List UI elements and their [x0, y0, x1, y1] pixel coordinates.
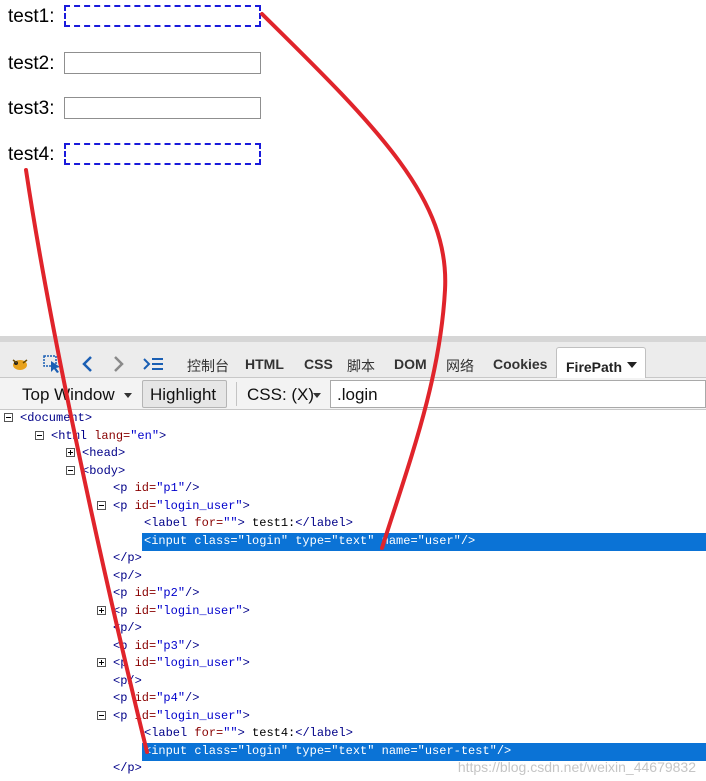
- tree-node-markup: <p id="login_user">: [113, 708, 250, 723]
- back-arrow-icon[interactable]: [78, 354, 98, 374]
- command-line-icon[interactable]: [142, 354, 163, 374]
- tree-node-markup: <p id="p4"/>: [113, 691, 200, 705]
- watermark: https://blog.csdn.net/weixin_44679832: [457, 759, 696, 775]
- tree-node[interactable]: <label for=""> test1:</label>: [0, 515, 706, 532]
- tree-node-markup: <p id="p3"/>: [113, 638, 200, 653]
- tree-node[interactable]: <label for=""> test4:</label>: [0, 725, 706, 742]
- tree-node-markup: <p id="login_user">: [113, 603, 250, 618]
- highlight-button[interactable]: Highlight: [142, 380, 227, 408]
- firebug-tab-bar: 控制台 HTML CSS 脚本 DOM 网络 Cookies FirePath: [0, 336, 706, 379]
- tree-node-markup: <label for=""> test4:</label>: [144, 726, 353, 740]
- tree-node-selected[interactable]: <input class="login" type="text" name="u…: [0, 742, 706, 761]
- tree-node[interactable]: <p id="login_user">: [0, 655, 706, 672]
- text-input-4[interactable]: [64, 143, 261, 165]
- tree-node-markup: <head>: [82, 446, 126, 460]
- expand-icon[interactable]: [97, 658, 106, 667]
- tree-node[interactable]: <p/>: [0, 673, 706, 690]
- window-select[interactable]: Top Window: [22, 385, 115, 405]
- tree-node-selected[interactable]: <input class="login" type="text" name="u…: [0, 532, 706, 551]
- firebug-bug-icon[interactable]: [10, 354, 30, 374]
- tree-node-markup: <html lang="en">: [51, 428, 167, 443]
- selector-expression-input[interactable]: .login: [330, 380, 706, 408]
- chevron-down-icon: [627, 362, 637, 368]
- tree-node[interactable]: <document>: [0, 410, 706, 427]
- expand-icon[interactable]: [97, 605, 106, 615]
- tree-node[interactable]: <body>: [0, 463, 706, 480]
- expand-icon[interactable]: [66, 448, 75, 457]
- tree-node-markup: </p>: [113, 551, 142, 565]
- selector-expression-value: .login: [337, 385, 378, 404]
- tree-node-markup: <p id="p1"/>: [113, 481, 200, 495]
- collapse-icon[interactable]: [97, 710, 106, 720]
- inspect-pointer-icon[interactable]: [42, 354, 62, 374]
- selector-type-select[interactable]: CSS: (X): [247, 385, 314, 405]
- firebug-panel: 控制台 HTML CSS 脚本 DOM 网络 Cookies FirePath …: [0, 336, 706, 781]
- tree-node-markup: <p/>: [113, 568, 142, 583]
- tree-node-markup: <input class="login" type="text" name="u…: [144, 743, 512, 758]
- chevron-down-icon: [124, 393, 132, 398]
- toolbar-divider: [236, 382, 237, 406]
- tree-node-markup: <p id="p2"/>: [113, 586, 200, 600]
- tree-node-markup: <body>: [82, 463, 126, 478]
- field-label: test2:: [8, 53, 55, 74]
- tree-node-markup: <p/>: [113, 621, 142, 635]
- text-input-3[interactable]: [64, 97, 261, 119]
- collapse-icon[interactable]: [35, 430, 44, 440]
- tree-node-markup: <input class="login" type="text" name="u…: [144, 533, 476, 548]
- tree-node-markup: <label for=""> test1:</label>: [144, 516, 353, 530]
- tree-node-markup: <p/>: [113, 673, 142, 688]
- tree-node[interactable]: <p id="login_user">: [0, 498, 706, 515]
- text-input-2[interactable]: [64, 52, 261, 74]
- tab-dom[interactable]: DOM: [394, 356, 427, 372]
- tree-node[interactable]: <p id="p3"/>: [0, 638, 706, 655]
- tree-node-markup: <p id="login_user">: [113, 656, 250, 670]
- tree-node[interactable]: </p>: [0, 550, 706, 567]
- tree-node[interactable]: <p id="login_user">: [0, 708, 706, 725]
- tree-node[interactable]: <html lang="en">: [0, 428, 706, 445]
- collapse-icon[interactable]: [4, 413, 13, 422]
- tree-node[interactable]: <head>: [0, 445, 706, 462]
- tab-firepath-label: FirePath: [566, 359, 623, 375]
- field-label: test4:: [8, 144, 55, 165]
- chevron-down-icon: [313, 393, 321, 398]
- tab-html[interactable]: HTML: [245, 356, 284, 372]
- tree-node[interactable]: <p id="p2"/>: [0, 585, 706, 602]
- tab-net[interactable]: 网络: [446, 356, 474, 376]
- tab-css[interactable]: CSS: [304, 356, 333, 372]
- tree-node[interactable]: <p id="login_user">: [0, 603, 706, 620]
- collapse-icon[interactable]: [66, 465, 75, 475]
- tree-node[interactable]: <p id="p1"/>: [0, 480, 706, 497]
- tab-console[interactable]: 控制台: [187, 356, 229, 376]
- tab-firepath[interactable]: FirePath: [556, 347, 646, 379]
- field-label: test3:: [8, 98, 55, 119]
- tree-node-markup: </p>: [113, 761, 142, 775]
- tree-node[interactable]: <p/>: [0, 568, 706, 585]
- tree-node-markup: <p id="login_user">: [113, 498, 250, 513]
- highlight-button-label: Highlight: [150, 385, 217, 404]
- tab-cookies[interactable]: Cookies: [493, 356, 547, 372]
- forward-arrow-icon[interactable]: [108, 354, 128, 374]
- text-input-1[interactable]: [64, 5, 261, 27]
- tree-node-markup: <document>: [20, 411, 93, 425]
- dom-tree: <document> <html lang="en"> <head> <body> <p…: [0, 410, 706, 781]
- collapse-icon[interactable]: [97, 500, 106, 510]
- tree-node[interactable]: <p/>: [0, 620, 706, 637]
- tree-node[interactable]: <p id="p4"/>: [0, 690, 706, 707]
- field-label: test1:: [8, 6, 55, 27]
- tab-script[interactable]: 脚本: [347, 356, 375, 376]
- firepath-toolbar: Top Window Highlight CSS: (X) .login: [0, 378, 706, 410]
